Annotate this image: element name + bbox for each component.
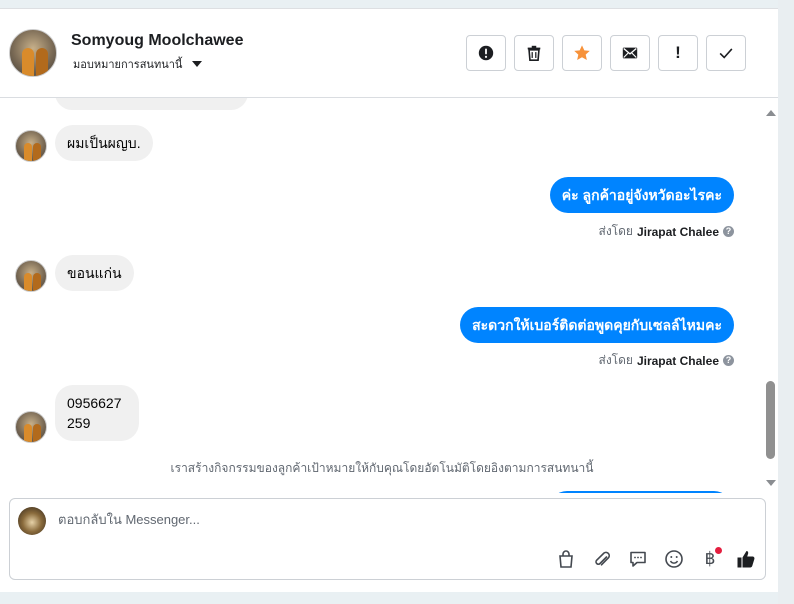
trash-icon [527, 45, 541, 62]
mark-unread-button[interactable] [610, 35, 650, 71]
paperclip-icon[interactable] [590, 547, 614, 571]
follow-up-button[interactable]: ! [658, 35, 698, 71]
message-bubble-outgoing[interactable]: สะดวกให้เบอร์ติดต่อพูดคุยกับเซลล์ไหมคะ [460, 307, 734, 343]
help-icon[interactable]: ? [723, 226, 734, 237]
delete-button[interactable] [514, 35, 554, 71]
emoji-icon[interactable] [662, 547, 686, 571]
message-thread[interactable]: ผมเป็นผญบ. ค่ะ ลูกค้าอยู่จังหวัดอะไรคะ ส… [0, 98, 764, 493]
report-spam-button[interactable] [466, 35, 506, 71]
contact-avatar[interactable] [9, 29, 57, 77]
scroll-thumb[interactable] [766, 381, 775, 459]
customer-avatar [15, 411, 47, 443]
assign-label: มอบหมายการสนทนานี้ [73, 58, 183, 71]
customer-avatar [15, 260, 47, 292]
message-bubble-partial [55, 98, 248, 110]
caret-down-icon [192, 61, 203, 67]
message-bubble-incoming[interactable]: ขอนแก่น [55, 255, 134, 291]
assign-conversation-dropdown[interactable]: มอบหมายการสนทนานี้ [73, 55, 203, 73]
sent-by-name[interactable]: Jirapat Chalee [637, 225, 719, 239]
check-icon [719, 48, 733, 59]
page-avatar [18, 507, 46, 535]
page-edge [778, 0, 794, 604]
sent-by-label: ส่งโดย Jirapat Chalee ? [598, 351, 734, 370]
star-button[interactable] [562, 35, 602, 71]
star-icon [574, 45, 590, 61]
message-bubble-outgoing[interactable]: ค่ะ ลูกค้าอยู่จังหวัดอะไรคะ [549, 177, 734, 213]
notification-dot [715, 547, 722, 554]
reply-composer: ฿ [9, 498, 766, 580]
sent-by-prefix: ส่งโดย [598, 353, 633, 367]
contact-name[interactable]: Somyoug Moolchawee [71, 32, 243, 50]
baht-symbol: ฿ [704, 549, 716, 569]
conversation-header: Somyoug Moolchawee มอบหมายการสนทนานี้ ! [0, 9, 778, 98]
header-actions: ! [466, 35, 746, 71]
customer-avatar [15, 130, 47, 162]
alert-circle-icon [478, 45, 494, 61]
saved-reply-icon[interactable] [626, 547, 650, 571]
scroll-down-arrow-icon[interactable] [766, 480, 776, 486]
message-bubble-incoming[interactable]: ผมเป็นผญบ. [55, 125, 153, 161]
reply-input[interactable] [58, 512, 658, 527]
thread-scrollbar[interactable] [764, 98, 778, 493]
composer-tools: ฿ [554, 547, 758, 571]
message-bubble-partial [549, 491, 732, 493]
system-note: เราสร้างกิจกรรมของลูกค้าเป้าหมายให้กับคุ… [170, 461, 594, 475]
like-icon[interactable] [734, 547, 758, 571]
message-line: 259 [67, 415, 91, 431]
help-icon[interactable]: ? [723, 355, 734, 366]
baht-payment-icon[interactable]: ฿ [698, 547, 722, 571]
scroll-up-arrow-icon[interactable] [766, 110, 776, 116]
envelope-icon [622, 47, 638, 59]
shopping-bag-icon[interactable] [554, 547, 578, 571]
message-line: 0956627 [67, 395, 122, 411]
exclamation-icon: ! [675, 43, 681, 62]
sent-by-prefix: ส่งโดย [598, 224, 633, 238]
sent-by-label: ส่งโดย Jirapat Chalee ? [598, 222, 734, 241]
sent-by-name[interactable]: Jirapat Chalee [637, 354, 719, 368]
conversation-panel: Somyoug Moolchawee มอบหมายการสนทนานี้ ! … [0, 8, 778, 592]
message-bubble-incoming[interactable]: 0956627 259 [55, 385, 139, 441]
mark-done-button[interactable] [706, 35, 746, 71]
